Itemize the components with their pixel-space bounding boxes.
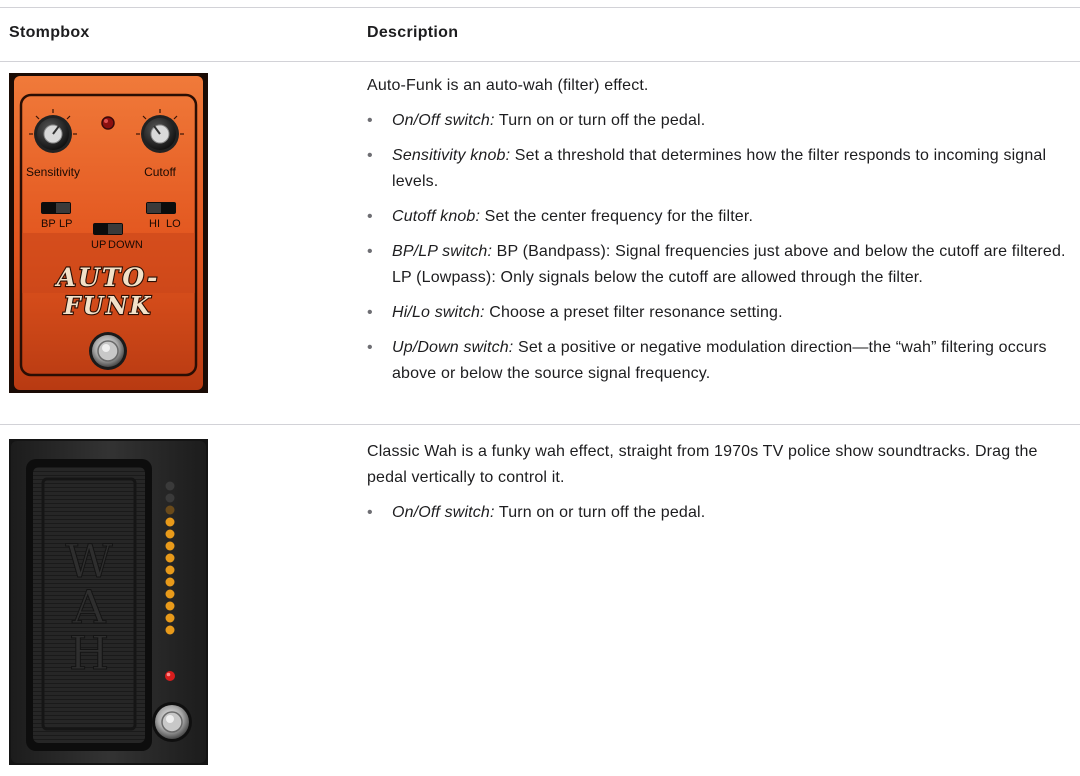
bp-label: BP [41, 218, 56, 230]
classic-wah-bullets: • On/Off switch: Turn on or turn off the … [367, 500, 1067, 526]
on-off-footswitch[interactable] [152, 702, 192, 742]
hi-lo-switch[interactable] [146, 202, 176, 214]
list-item: • Cutoff knob: Set the center frequency f… [367, 208, 754, 225]
wah-rocker-pedal[interactable]: W A H [26, 459, 152, 751]
list-item: • BP/LP switch: BP (Bandpass): Signal fre… [367, 243, 1066, 286]
list-item: • On/Off switch: Turn on or turn off the … [367, 112, 706, 129]
up-label: UP [91, 239, 106, 251]
lo-label: LO [166, 218, 181, 230]
hi-label: HI [149, 218, 160, 230]
auto-funk-pedal-image: Sensitivity Cutoff BP LP HI LO UP DOWN A… [9, 73, 208, 393]
auto-funk-logo: AUTO- FUNK [53, 262, 160, 321]
list-item: • On/Off switch: Turn on or turn off the … [367, 504, 706, 521]
header-rule [0, 61, 1080, 62]
list-item: • Hi/Lo switch: Choose a preset filter re… [367, 304, 783, 321]
list-item: • Sensitivity knob: Set a threshold that … [367, 147, 1047, 190]
auto-funk-description: Auto-Funk is an auto-wah (filter) effect… [367, 73, 1067, 387]
down-label: DOWN [108, 239, 143, 251]
row-divider [0, 424, 1080, 425]
table-top-rule [0, 7, 1080, 8]
classic-wah-pedal-image: W A H [9, 439, 208, 765]
power-led [101, 116, 115, 130]
list-item: • Up/Down switch: Set a positive or negat… [367, 339, 1047, 382]
up-down-switch[interactable] [93, 223, 123, 235]
header-description: Description [367, 24, 459, 41]
bp-lp-switch[interactable] [41, 202, 71, 214]
svg-text:H: H [69, 626, 109, 680]
auto-funk-bullets: • On/Off switch: Turn on or turn off the … [367, 108, 1067, 387]
lp-label: LP [59, 218, 72, 230]
svg-text:AUTO-: AUTO- [55, 263, 160, 292]
classic-wah-description: Classic Wah is a funky wah effect, strai… [367, 439, 1067, 526]
header-stompbox: Stompbox [9, 24, 90, 41]
sensitivity-label: Sensitivity [26, 165, 80, 179]
svg-text:FUNK: FUNK [63, 291, 153, 320]
classic-wah-intro: Classic Wah is a funky wah effect, strai… [367, 443, 1038, 486]
on-off-footswitch[interactable] [89, 332, 127, 370]
power-led [165, 671, 175, 681]
auto-funk-intro: Auto-Funk is an auto-wah (filter) effect… [367, 77, 649, 94]
cutoff-label: Cutoff [144, 165, 176, 179]
